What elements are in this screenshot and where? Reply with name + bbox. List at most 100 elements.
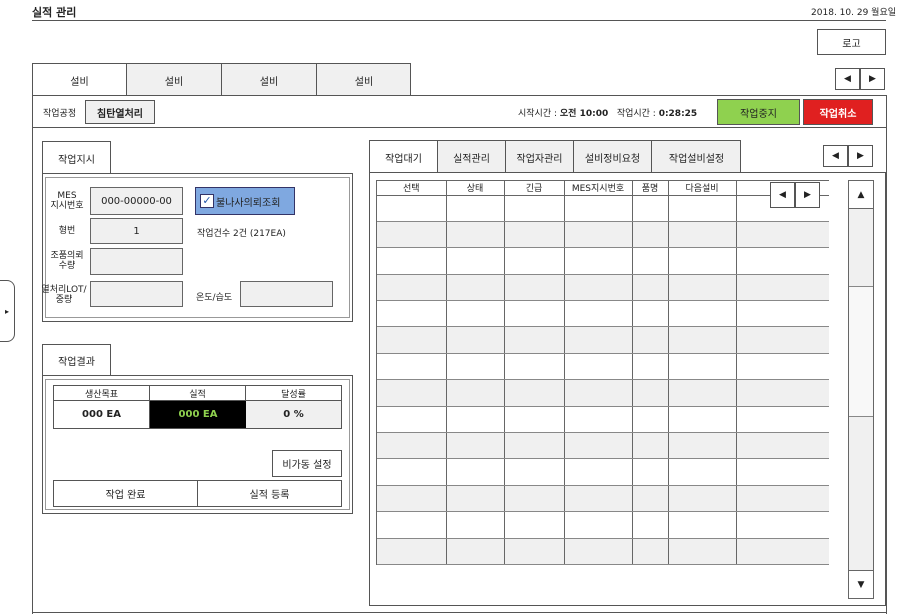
downtime-setting-button[interactable]: 비가동 설정 <box>272 450 342 477</box>
table-cell <box>446 458 505 486</box>
equipment-tab-2[interactable]: 설비 <box>127 64 222 96</box>
table-cell <box>446 221 505 249</box>
lot-weight-label: 열처리LOT/ 중량 <box>41 285 87 305</box>
scroll-up-button[interactable]: ▲ <box>849 181 873 209</box>
table-cell <box>504 379 565 407</box>
table-cell <box>504 195 565 222</box>
result-value-rate: 0 % <box>246 401 341 428</box>
table-cell <box>736 538 829 565</box>
table-row[interactable] <box>377 326 829 354</box>
table-row[interactable] <box>377 274 829 302</box>
table-row[interactable] <box>377 247 829 275</box>
table-cell <box>736 326 829 354</box>
table-cell <box>564 247 633 275</box>
table-cell <box>632 221 669 249</box>
process-value: 침탄열처리 <box>85 100 155 124</box>
col-select[interactable]: 선택 <box>377 181 447 196</box>
tab-equipment-setting[interactable]: 작업설비설정 <box>652 141 741 173</box>
tab-maintenance-request[interactable]: 설비정비요청 <box>574 141 652 173</box>
col-urgent[interactable]: 긴급 <box>504 181 565 196</box>
side-arrow-icon: ▸ <box>4 306 9 316</box>
stop-work-button[interactable]: 작업중지 <box>717 99 800 125</box>
shape-number-label: 형번 <box>58 226 76 236</box>
complete-work-button[interactable]: 작업 완료 <box>54 481 198 506</box>
work-count: 작업건수 2건 (217EA) <box>197 229 286 239</box>
start-time-label: 시작시간 : <box>518 109 560 119</box>
table-cell <box>632 274 669 302</box>
scroll-thumb[interactable] <box>849 287 873 417</box>
col-product[interactable]: 품명 <box>632 181 669 196</box>
register-result-button[interactable]: 실적 등록 <box>198 481 341 506</box>
mes-number-field[interactable]: 000-00000-00 <box>90 187 183 215</box>
equipment-prev-button[interactable]: ◀ <box>835 68 860 90</box>
cancel-work-button[interactable]: 작업취소 <box>803 99 873 125</box>
tab-work-result[interactable]: 작업결과 <box>42 344 111 376</box>
table-row[interactable] <box>377 379 829 407</box>
table-row[interactable] <box>377 458 829 486</box>
equipment-tab-1[interactable]: 설비 <box>33 64 127 96</box>
vertical-scrollbar[interactable]: ▲ ▼ <box>848 180 874 599</box>
equipment-tab-bar: 설비 설비 설비 설비 <box>32 63 411 96</box>
side-panel-handle[interactable]: ▸ <box>0 280 15 342</box>
table-cell <box>668 247 737 275</box>
tab-waiting[interactable]: 작업대기 <box>370 141 438 173</box>
table-header-row: 선택 상태 긴급 MES지시번호 품명 다음설비 과 <box>377 181 829 196</box>
table-cell <box>446 538 505 565</box>
right-tab-next-button[interactable]: ▶ <box>848 145 873 167</box>
table-cell <box>564 326 633 354</box>
table-row[interactable] <box>377 538 829 565</box>
table-cell <box>564 195 633 222</box>
col-status[interactable]: 상태 <box>446 181 505 196</box>
table-row[interactable] <box>377 406 829 434</box>
table-cell <box>446 326 505 354</box>
table-cell <box>632 300 669 328</box>
logo-button[interactable]: 로고 <box>817 29 886 55</box>
col-next-equipment[interactable]: 다음설비 <box>668 181 737 196</box>
table-row[interactable] <box>377 511 829 539</box>
table-row[interactable] <box>377 353 829 381</box>
scroll-down-button[interactable]: ▼ <box>849 570 873 598</box>
equipment-tab-4[interactable]: 설비 <box>317 64 411 96</box>
equipment-next-button[interactable]: ▶ <box>860 68 885 90</box>
request-qty-field[interactable] <box>90 248 183 275</box>
equipment-tab-3[interactable]: 설비 <box>222 64 317 96</box>
right-tab-prev-button[interactable]: ◀ <box>823 145 848 167</box>
checkbox-check-icon: ✓ <box>200 194 214 208</box>
table-scroll-left-button[interactable]: ◀ <box>770 182 795 208</box>
table-cell <box>736 379 829 407</box>
shape-number-field[interactable]: 1 <box>90 218 183 244</box>
result-header-rate: 달성률 <box>246 386 341 401</box>
start-time-value: 오전 10:00 <box>559 109 609 119</box>
table-cell <box>377 221 447 249</box>
table-row[interactable] <box>377 485 829 513</box>
table-cell <box>668 221 737 249</box>
table-cell <box>377 353 447 381</box>
table-cell <box>736 247 829 275</box>
lot-weight-field[interactable] <box>90 281 183 307</box>
table-cell <box>668 538 737 565</box>
work-table: 선택 상태 긴급 MES지시번호 품명 다음설비 과 <box>376 180 829 565</box>
tab-result-management[interactable]: 실적관리 <box>438 141 506 173</box>
table-cell <box>668 195 737 222</box>
table-cell <box>668 511 737 539</box>
table-cell <box>504 247 565 275</box>
table-cell <box>736 221 829 249</box>
table-cell <box>504 300 565 328</box>
table-row[interactable] <box>377 221 829 249</box>
table-row[interactable] <box>377 432 829 460</box>
table-row[interactable] <box>377 300 829 328</box>
tab-worker-management[interactable]: 작업자관리 <box>506 141 574 173</box>
right-tab-bar: 작업대기 실적관리 작업자관리 설비정비요청 작업설비설정 <box>369 140 741 173</box>
col-mes-number[interactable]: MES지시번호 <box>564 181 633 196</box>
temp-humidity-field[interactable] <box>240 281 333 307</box>
tab-work-order[interactable]: 작업지시 <box>42 141 111 174</box>
result-value-target: 000 EA <box>54 401 150 428</box>
bottom-divider <box>32 612 887 613</box>
table-cell <box>564 274 633 302</box>
table-scroll-right-button[interactable]: ▶ <box>795 182 820 208</box>
table-cell <box>564 538 633 565</box>
bulnasa-checkbox[interactable]: ✓ 불나사의뢰조회 <box>195 187 295 215</box>
table-cell <box>564 432 633 460</box>
table-row[interactable] <box>377 195 829 222</box>
page-title: 실적 관리 <box>32 6 77 19</box>
